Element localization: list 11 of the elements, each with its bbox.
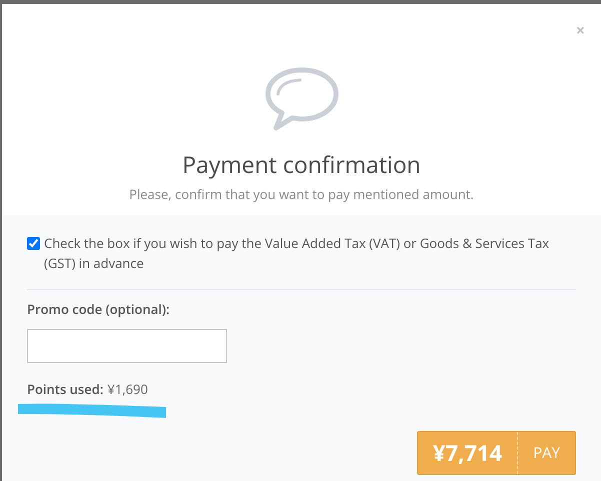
tax-option-label: Check the box if you wish to pay the Value Added Tax (VAT) or Goods & Services Tax (GST) in advance <box>44 233 550 273</box>
close-button[interactable]: × <box>576 22 585 38</box>
promo-code-field[interactable] <box>27 328 227 362</box>
speech-bubble-icon <box>264 66 340 132</box>
points-used-label: Points used: <box>27 380 104 399</box>
dialog-subtitle: Please, confirm that you want to pay mentioned amount. <box>129 184 474 204</box>
pay-button[interactable]: ¥7,714 PAY <box>416 431 576 475</box>
promo-code-label: Promo code (optional): <box>27 300 171 320</box>
tax-checkbox[interactable] <box>27 237 40 250</box>
points-used-value: ¥1,690 <box>107 380 148 399</box>
dialog-title: Payment confirmation <box>182 150 421 179</box>
